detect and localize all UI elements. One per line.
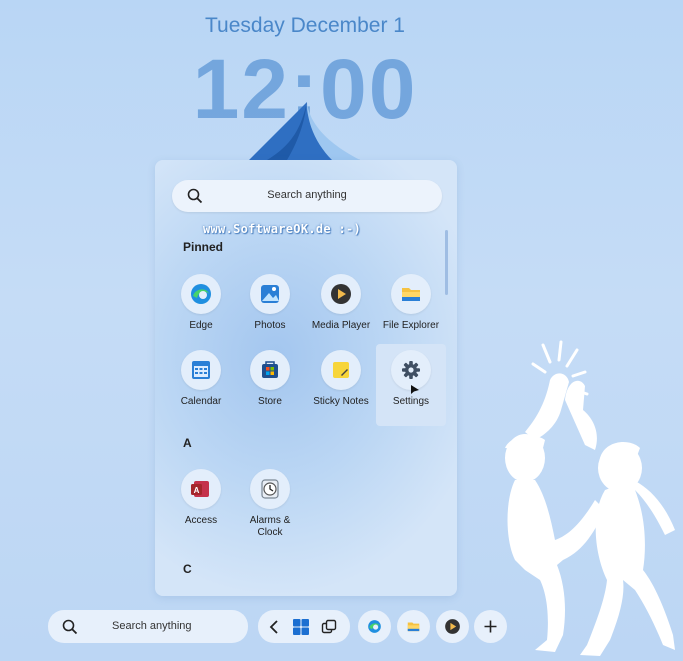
app-label: Media Player (311, 320, 371, 331)
app-label: Edge (189, 320, 213, 331)
media-player-icon (321, 274, 361, 314)
app-settings[interactable]: Settings (376, 344, 446, 426)
app-label: File Explorer (382, 320, 440, 331)
start-search-box[interactable]: Search anything (172, 180, 442, 212)
taskbar-nav-group (258, 610, 350, 643)
task-view-icon[interactable] (321, 619, 337, 635)
watermark-text: www.SoftwareOK.de :-) (203, 222, 362, 236)
app-label-line1: Alarms & (249, 515, 291, 526)
section-c-heading: C (183, 562, 192, 576)
windows-bloom-logo (249, 102, 360, 160)
app-label: Calendar (180, 396, 222, 407)
app-label: Photos (254, 320, 286, 331)
edge-icon (181, 274, 221, 314)
windows-start-icon[interactable] (292, 618, 310, 636)
edge-icon (368, 620, 381, 633)
access-icon: A (181, 469, 221, 509)
media-player-icon (445, 619, 460, 634)
app-label: Settings (392, 396, 430, 407)
calendar-icon (181, 350, 221, 390)
back-icon[interactable] (267, 619, 281, 635)
section-a-heading: A (183, 436, 192, 450)
app-store[interactable]: Store (235, 350, 305, 408)
taskbar-edge-button[interactable] (358, 610, 391, 643)
app-label-line2: Clock (257, 527, 283, 538)
app-label: Store (258, 396, 282, 407)
app-file-explorer[interactable]: File Explorer (376, 274, 446, 332)
taskbar-search-placeholder: Search anything (112, 620, 192, 632)
clock-icon (250, 469, 290, 509)
sticky-notes-icon (321, 350, 361, 390)
start-search-placeholder: Search anything (267, 189, 347, 201)
pinned-heading: Pinned (183, 240, 224, 254)
app-photos[interactable]: Photos (235, 274, 305, 332)
app-sticky-notes[interactable]: Sticky Notes (306, 350, 376, 408)
app-label: Sticky Notes (313, 396, 369, 407)
app-calendar[interactable]: Calendar (166, 350, 236, 408)
mouse-cursor-icon (411, 385, 419, 394)
taskbar-file-explorer-button[interactable] (397, 610, 430, 643)
svg-text:A: A (194, 486, 200, 495)
taskbar-media-player-button[interactable] (436, 610, 469, 643)
app-label: Access (184, 515, 218, 526)
lock-date: Tuesday December 1 (205, 14, 405, 37)
store-icon (250, 350, 290, 390)
search-icon (62, 619, 78, 635)
start-menu: Search anything www.SoftwareOK.de :-) Pi… (155, 160, 457, 596)
photos-icon (250, 274, 290, 314)
app-edge[interactable]: Edge (166, 274, 236, 332)
app-alarms-clock[interactable]: Alarms & Clock (235, 469, 305, 539)
high-five-figures-illustration (505, 340, 675, 656)
taskbar-search-box[interactable]: Search anything (48, 610, 248, 643)
folder-icon (407, 622, 420, 632)
app-access[interactable]: A Access (166, 469, 236, 527)
folder-icon (391, 274, 431, 314)
app-media-player[interactable]: Media Player (306, 274, 376, 332)
